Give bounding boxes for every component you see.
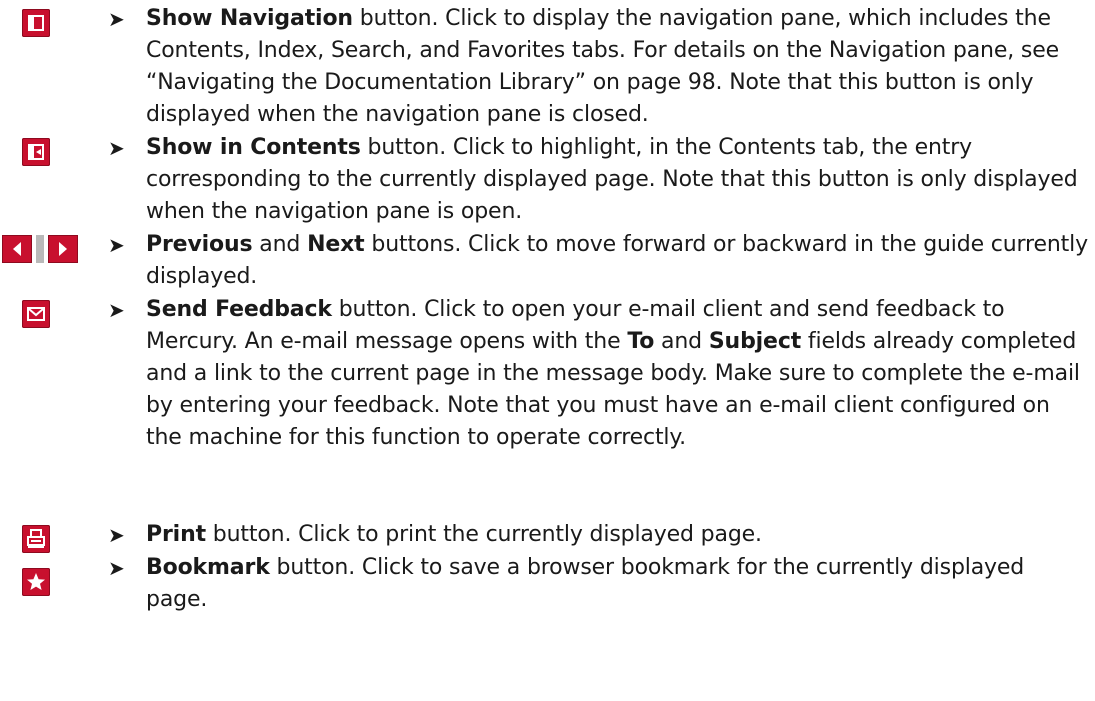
- button-description: button. Click to print the currently dis…: [205, 522, 762, 547]
- print-icon: [22, 525, 50, 553]
- item-text: Send Feedback button. Click to open your…: [146, 294, 1091, 454]
- item-text: Print button. Click to print the current…: [146, 519, 1091, 551]
- bullet-arrow: ➤: [108, 556, 125, 580]
- icon-cell: [20, 298, 100, 328]
- icon-cell: [20, 7, 100, 37]
- icon-cell: [20, 523, 100, 553]
- icon-cell: [20, 566, 100, 596]
- field-to: To: [627, 329, 655, 354]
- joiner-text: and: [252, 232, 308, 257]
- item-text: Show in Contents button. Click to highli…: [146, 132, 1091, 228]
- bullet-arrow: ➤: [108, 136, 125, 160]
- bullet-arrow: ➤: [108, 298, 125, 322]
- send-feedback-icon: [22, 300, 50, 328]
- bullet-arrow: ➤: [108, 523, 125, 547]
- button-name: Show Navigation: [146, 6, 353, 31]
- next-icon: [48, 235, 78, 263]
- bullet-arrow: ➤: [108, 7, 125, 31]
- show-navigation-icon: [22, 9, 50, 37]
- item-text: Bookmark button. Click to save a browser…: [146, 552, 1091, 616]
- bookmark-icon: [22, 568, 50, 596]
- joiner-text: and: [654, 329, 709, 354]
- field-subject: Subject: [708, 329, 802, 354]
- button-name: Send Feedback: [146, 297, 332, 322]
- previous-next-icons: [0, 235, 80, 265]
- bullet-arrow: ➤: [108, 233, 125, 257]
- separator: [36, 235, 44, 263]
- button-name: Bookmark: [146, 555, 270, 580]
- item-text: Previous and Next buttons. Click to move…: [146, 229, 1091, 293]
- icon-cell: [20, 136, 100, 166]
- show-in-contents-icon: [22, 138, 50, 166]
- button-name-2: Next: [307, 232, 365, 257]
- icon-cell: [0, 233, 80, 263]
- button-name: Previous: [146, 232, 253, 257]
- previous-icon: [2, 235, 32, 263]
- button-name: Print: [146, 522, 206, 547]
- button-name: Show in Contents: [146, 135, 361, 160]
- item-text: Show Navigation button. Click to display…: [146, 3, 1091, 131]
- button-description: button. Click to save a browser bookmark…: [146, 555, 1025, 612]
